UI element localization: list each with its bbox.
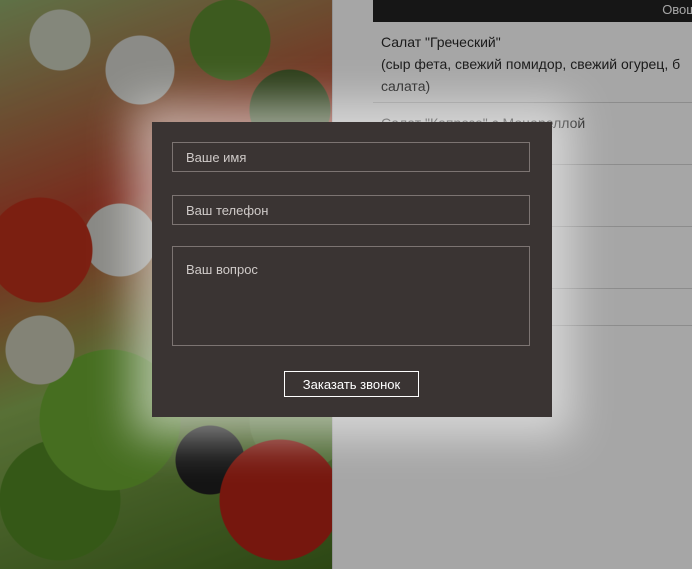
callback-modal: Заказать звонок [152,122,552,417]
question-field[interactable] [172,246,530,346]
order-call-button[interactable]: Заказать звонок [284,371,419,397]
name-field[interactable] [172,142,530,172]
phone-field[interactable] [172,195,530,225]
